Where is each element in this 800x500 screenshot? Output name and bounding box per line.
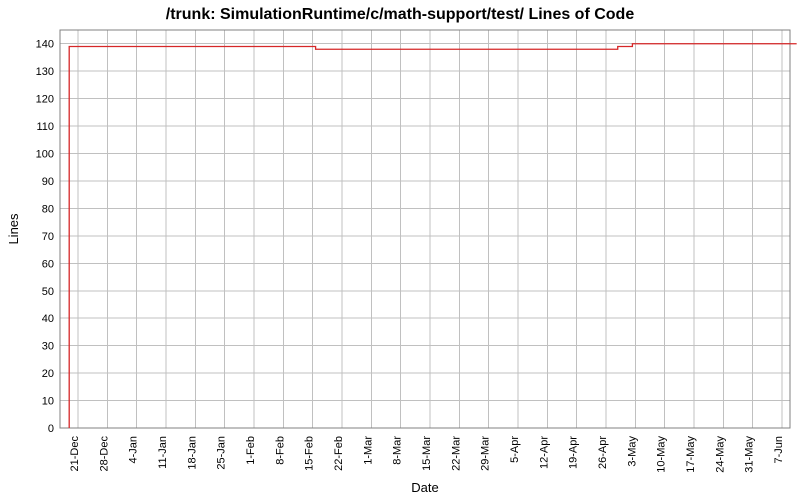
y-tick-label: 0 [48, 423, 54, 435]
y-tick-label: 20 [42, 368, 54, 380]
x-tick-label: 8-Feb [274, 436, 286, 465]
x-tick-label: 7-Jun [773, 436, 785, 464]
y-tick-label: 90 [42, 176, 54, 188]
y-tick-label: 40 [42, 313, 54, 325]
x-axis-label: Date [411, 480, 438, 495]
x-tick-label: 22-Feb [333, 436, 345, 471]
y-tick-label: 50 [42, 286, 54, 298]
x-tick-label: 15-Mar [421, 436, 433, 471]
y-tick-label: 60 [42, 258, 54, 270]
x-tick-label: 19-Apr [568, 436, 580, 469]
x-tick-label: 15-Feb [304, 436, 316, 471]
x-tick-label: 26-Apr [597, 436, 609, 469]
chart-svg: 0 10 20 30 40 50 60 70 80 90 100 110 120 130 140 21-Dec… [0, 0, 800, 500]
x-tick-label: 28-Dec [98, 436, 110, 472]
y-tick-label: 140 [36, 39, 54, 51]
x-tick-label: 3-May [626, 436, 638, 467]
x-tick-label: 25-Jan [216, 436, 228, 470]
y-tick-label: 110 [36, 121, 54, 133]
x-tick-label: 21-Dec [69, 436, 81, 472]
x-tick-label: 1-Mar [362, 436, 374, 465]
y-tick-label: 130 [36, 66, 54, 78]
x-tick-label: 22-Mar [450, 436, 462, 471]
y-tick-label: 100 [36, 149, 54, 161]
x-tick-label: 1-Feb [245, 436, 257, 465]
loc-chart: /trunk: SimulationRuntime/c/math-support… [0, 0, 800, 500]
y-tick-label: 30 [42, 341, 54, 353]
y-tick-label: 10 [42, 396, 54, 408]
y-tick-label: 80 [42, 203, 54, 215]
x-tick-label: 29-Mar [480, 436, 492, 471]
y-tick-label: 70 [42, 231, 54, 243]
x-tick-label: 10-May [656, 436, 668, 473]
x-tick-label: 12-Apr [538, 436, 550, 469]
x-tick-label: 4-Jan [128, 436, 140, 464]
x-tick-label: 8-Mar [392, 436, 404, 465]
x-tick-label: 5-Apr [509, 436, 521, 463]
y-axis-label: Lines [6, 213, 21, 245]
x-tick-label: 24-May [714, 436, 726, 473]
x-tick-label: 11-Jan [157, 436, 169, 469]
x-tick-label: 31-May [744, 436, 756, 473]
y-tick-label: 120 [36, 94, 54, 106]
x-tick-label: 18-Jan [186, 436, 198, 470]
x-tick-label: 17-May [685, 436, 697, 473]
